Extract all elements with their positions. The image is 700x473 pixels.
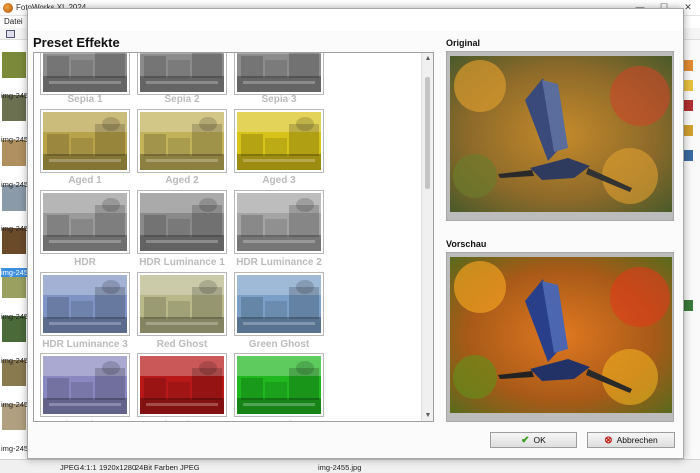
- ok-button[interactable]: ✔ OK: [490, 432, 577, 448]
- color-swatch: [684, 80, 693, 91]
- checkmark-icon: ✔: [521, 434, 530, 446]
- preset-label[interactable]: HDR: [37, 257, 133, 268]
- preset-thumbnail[interactable]: [137, 190, 227, 254]
- scroll-up-arrow-icon[interactable]: ▲: [422, 53, 433, 64]
- status-bar: JPEG 4:1:1 1920x1280 24Bit Farben JPEG i…: [0, 459, 700, 473]
- heron-preview-image: [450, 257, 672, 413]
- preset-effects-dialog: Preset Effekte Sepia 1 Sepia 2 Sepia 3 Aged…: [27, 8, 684, 459]
- color-swatch: [684, 150, 693, 161]
- preset-label[interactable]: HDR Luminance 1: [134, 257, 230, 268]
- sidebar-thumbnail-label[interactable]: img-245: [1, 135, 28, 144]
- preset-label[interactable]: Green Darkness: [231, 420, 327, 421]
- preset-label[interactable]: HDR Luminance 2: [231, 257, 327, 268]
- sidebar-thumbnail[interactable]: [2, 52, 26, 78]
- preset-scrollbar[interactable]: ▲ ▼: [421, 53, 433, 421]
- heron-original-image: [450, 56, 672, 212]
- cancel-button[interactable]: ⊗ Abbrechen: [587, 432, 675, 448]
- preset-thumbnail[interactable]: [40, 53, 130, 95]
- preset-panel-title: Preset Effekte: [33, 35, 120, 50]
- ok-button-label: OK: [533, 435, 546, 445]
- status-sampling: 4:1:1: [80, 463, 97, 472]
- cancel-icon: ⊗: [604, 434, 613, 446]
- sidebar-thumbnail-label[interactable]: img-245: [1, 91, 28, 100]
- preset-label[interactable]: Aged 2: [134, 175, 230, 186]
- app-logo-icon: [3, 3, 13, 13]
- preset-thumbnail[interactable]: [40, 190, 130, 254]
- original-label: Original: [446, 38, 481, 48]
- preset-label[interactable]: Blue Ghost: [37, 420, 133, 421]
- preset-list[interactable]: Sepia 1 Sepia 2 Sepia 3 Aged 1 Aged 2 Aged 3 H…: [33, 52, 434, 422]
- cancel-button-label: Abbrechen: [616, 435, 658, 445]
- preset-thumbnail[interactable]: [234, 190, 324, 254]
- dialog-title-bar: [28, 9, 683, 31]
- preset-thumbnail[interactable]: [234, 53, 324, 95]
- sidebar-thumbnail-label[interactable]: img-245: [1, 356, 28, 365]
- status-dimensions: 1920x1280: [99, 463, 137, 472]
- preset-label[interactable]: Red Darkness: [134, 420, 230, 421]
- preset-thumbnail[interactable]: [137, 109, 227, 173]
- scrollbar-thumb[interactable]: [425, 77, 430, 189]
- preset-thumbnail[interactable]: [137, 353, 227, 417]
- preset-label[interactable]: Sepia 3: [231, 94, 327, 105]
- preset-thumbnail[interactable]: [40, 353, 130, 417]
- sidebar-thumbnail-label[interactable]: img-245: [1, 400, 28, 409]
- color-swatch: [684, 60, 693, 71]
- status-color-depth: 24Bit Farben: [135, 463, 178, 472]
- preset-thumbnail[interactable]: [234, 272, 324, 336]
- color-swatch: [684, 300, 693, 311]
- scroll-down-arrow-icon[interactable]: ▼: [422, 410, 433, 421]
- preset-thumbnail[interactable]: [40, 109, 130, 173]
- preview-label: Vorschau: [446, 239, 487, 249]
- preset-label[interactable]: Red Ghost: [134, 339, 230, 350]
- preset-label[interactable]: Aged 1: [37, 175, 133, 186]
- original-photo: [446, 51, 674, 221]
- preset-label[interactable]: Sepia 1: [37, 94, 133, 105]
- color-swatch: [684, 125, 693, 136]
- sidebar-thumbnail-label[interactable]: img-245: [1, 224, 28, 233]
- preset-thumbnail[interactable]: [234, 109, 324, 173]
- preset-thumbnail[interactable]: [40, 272, 130, 336]
- preview-photo: [446, 252, 674, 422]
- preset-label[interactable]: HDR Luminance 3: [37, 339, 133, 350]
- sidebar-thumbnail-label[interactable]: img-245: [1, 444, 28, 453]
- status-format: JPEG: [60, 463, 80, 472]
- sidebar-thumbnail-label[interactable]: img-245: [1, 180, 28, 189]
- preset-thumbnail[interactable]: [137, 272, 227, 336]
- toolbar-tool-icon[interactable]: [6, 30, 15, 38]
- menu-datei[interactable]: Datei: [4, 17, 23, 26]
- preset-label[interactable]: Green Ghost: [231, 339, 327, 350]
- color-swatch: [684, 100, 693, 111]
- preset-thumbnail[interactable]: [137, 53, 227, 95]
- status-type: JPEG: [180, 463, 200, 472]
- status-filename: img-2455.jpg: [318, 463, 362, 472]
- sidebar-thumbnail-label[interactable]: img-245: [1, 312, 28, 321]
- preset-thumbnail[interactable]: [234, 353, 324, 417]
- preset-label[interactable]: Sepia 2: [134, 94, 230, 105]
- sidebar-thumbnail-label[interactable]: img-245: [1, 268, 28, 277]
- preset-label[interactable]: Aged 3: [231, 175, 327, 186]
